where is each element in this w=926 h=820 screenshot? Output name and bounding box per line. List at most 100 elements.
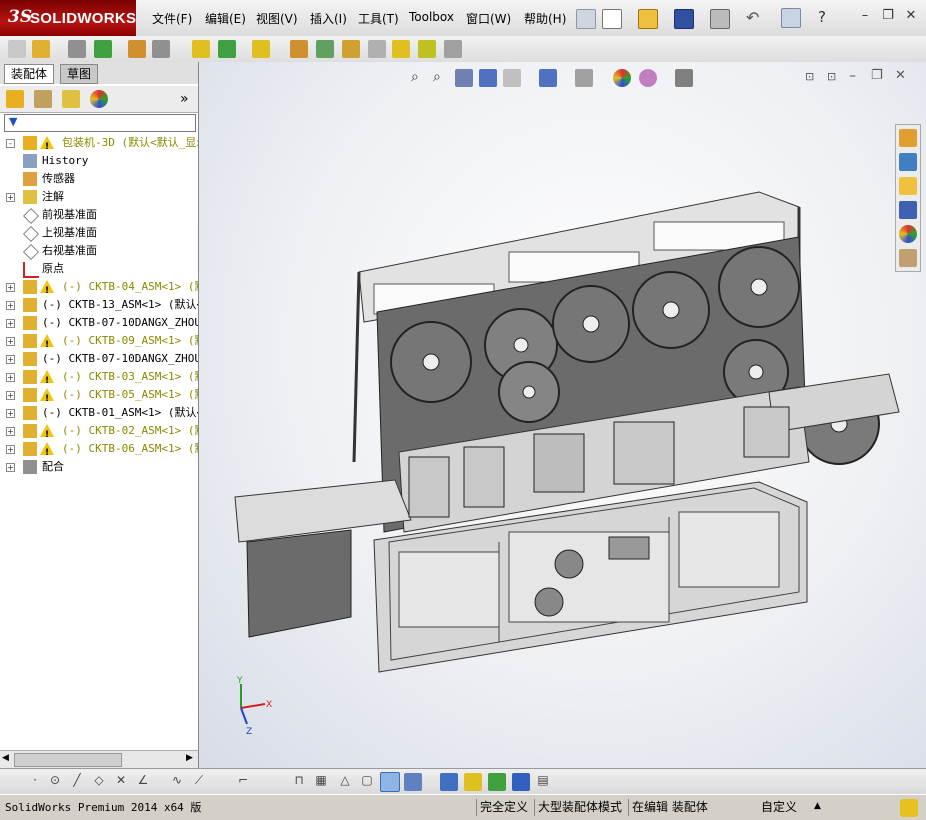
point-icon[interactable]: · [26,773,44,791]
tree-row[interactable]: 传感器 [0,170,198,188]
rebuild-icon[interactable] [900,799,918,817]
tree-row[interactable]: History [0,152,198,170]
feature-manager-icon[interactable] [6,90,24,108]
circle-icon[interactable]: ⊙ [46,773,64,791]
expand-toggle-icon[interactable]: - [6,139,15,148]
undo-icon[interactable]: ↶ [746,9,764,27]
minimize-icon[interactable]: – [856,8,874,24]
move-triad-icon[interactable] [464,773,482,791]
property-manager-icon[interactable] [34,90,52,108]
smart-fasteners-icon[interactable] [192,40,210,58]
tree-row[interactable]: + (-) CKTB-13_ASM<1> (默认< [0,296,198,314]
close-icon[interactable]: ✕ [902,8,920,24]
tab-sketch[interactable]: 草图 [60,64,99,84]
tree-row[interactable]: + (-) CKTB-07-10DANGX_ZHOUCH [0,350,198,368]
menu-view[interactable]: 视图(V) [256,10,298,27]
file-explorer-icon[interactable] [899,177,917,195]
triangle-icon[interactable]: △ [336,773,354,791]
exploded-view-icon[interactable] [342,40,360,58]
instant3d-icon[interactable] [444,40,462,58]
tree-row[interactable]: + (-) CKTB-07-10DANGX_ZHOUCH [0,314,198,332]
corner-icon[interactable]: ⌐ [234,773,252,791]
offset-icon[interactable]: ∿ [168,773,186,791]
tree-row[interactable]: 原点 [0,260,198,278]
expand-toggle-icon[interactable]: + [6,301,15,310]
interference-icon[interactable] [392,40,410,58]
menu-tools[interactable]: 工具(T) [358,10,399,27]
status-custom-units[interactable]: 自定义 [758,799,800,816]
reference-geometry-icon[interactable] [252,40,270,58]
tree-row[interactable]: + 配合 [0,458,198,476]
dimension-icon[interactable]: ⊓ [290,773,308,791]
grid-icon[interactable]: ▦ [312,773,330,791]
assembly-tool-icon[interactable] [8,40,26,58]
expand-toggle-icon[interactable]: + [6,373,15,382]
menu-help[interactable]: 帮助(H) [524,10,566,27]
save-icon[interactable] [674,9,694,29]
mate-icon[interactable] [68,40,86,58]
print-icon[interactable] [710,9,730,29]
expand-toggle-icon[interactable]: + [6,427,15,436]
menu-toolbox[interactable]: Toolbox [409,10,454,24]
tree-row[interactable]: + (-) CKTB-04_ASM<1> (默认 [0,278,198,296]
explode-line-icon[interactable] [368,40,386,58]
expand-toggle-icon[interactable]: + [6,445,15,454]
home-icon[interactable] [899,129,917,147]
help-icon[interactable]: ? [813,8,831,26]
open-folder-icon[interactable] [638,9,658,29]
polygon-icon[interactable]: ◇ [90,773,108,791]
reel-5[interactable] [632,271,710,349]
tree-row[interactable]: + 注解 [0,188,198,206]
custom-properties-icon[interactable] [899,249,917,267]
reel-4[interactable] [552,285,630,363]
graphics-area[interactable]: ⌕ ⌕ ⊡ ⊡ – ❐ ✕ Y X Z [199,62,926,768]
tree-row[interactable]: + (-) CKTB-06_ASM<1> (默认 [0,440,198,458]
bill-of-materials-icon[interactable] [316,40,334,58]
trim-icon[interactable]: ✕ [112,773,130,791]
mass-properties-icon[interactable] [512,773,530,791]
tree-row[interactable]: + (-) CKTB-03_ASM<1> (默认 [0,368,198,386]
view-cube-icon[interactable] [404,773,422,791]
measure-icon[interactable] [488,773,506,791]
restore-icon[interactable]: ❐ [879,8,897,24]
units-dropdown-icon[interactable]: ▲ [814,801,821,811]
design-library-icon[interactable] [899,153,917,171]
show-components-icon[interactable] [440,773,458,791]
tree-row[interactable]: + (-) CKTB-05_ASM<1> (默认 [0,386,198,404]
packaging-machine-model[interactable] [199,62,926,768]
tree-row[interactable]: 右视基准面 [0,242,198,260]
tree-filter-input[interactable]: ▼ [4,114,196,132]
scroll-left-icon[interactable]: ◀ [2,753,9,763]
scroll-thumb[interactable] [14,753,122,767]
pin-icon[interactable] [576,9,596,29]
angle-icon[interactable]: ∠ [134,773,152,791]
shaded-display-icon[interactable] [380,772,400,792]
expand-toggle-icon[interactable]: + [6,193,15,202]
expand-toggle-icon[interactable]: + [6,463,15,472]
assembly-features-icon[interactable] [218,40,236,58]
menu-window[interactable]: 窗口(W) [466,10,511,27]
move-component-icon[interactable] [128,40,146,58]
tree-row[interactable]: 前视基准面 [0,206,198,224]
rotate-component-icon[interactable] [152,40,170,58]
view-palette-icon[interactable] [899,201,917,219]
expand-toggle-icon[interactable]: + [6,283,15,292]
reel-6[interactable] [718,246,800,328]
clearance-icon[interactable] [418,40,436,58]
table-icon[interactable]: ▤ [534,773,552,791]
select-pointer-icon[interactable] [781,8,801,28]
expand-tabs-icon[interactable]: » [180,91,189,107]
menu-file[interactable]: 文件(F) [152,10,192,27]
reel-3[interactable] [498,361,560,423]
new-motion-study-icon[interactable] [290,40,308,58]
expand-toggle-icon[interactable]: + [6,319,15,328]
configuration-manager-icon[interactable] [62,90,80,108]
component-pattern-icon[interactable] [94,40,112,58]
tree-row[interactable]: - 包装机-3D (默认<默认_显示 [0,134,198,152]
tree-row[interactable]: + (-) CKTB-09_ASM<1> (默认 [0,332,198,350]
insert-component-icon[interactable] [32,40,50,58]
appearances-icon[interactable] [899,225,917,243]
display-manager-icon[interactable] [90,90,108,108]
expand-toggle-icon[interactable]: + [6,391,15,400]
menu-insert[interactable]: 插入(I) [310,10,347,27]
